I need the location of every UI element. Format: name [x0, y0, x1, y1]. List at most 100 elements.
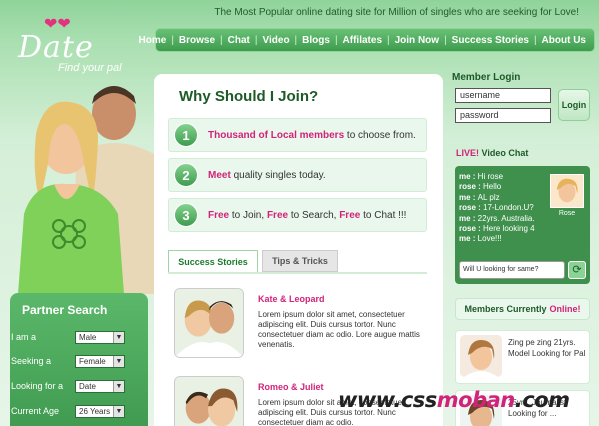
select-value: Female [79, 356, 106, 366]
video-chat-title: LIVE! Video Chat [456, 148, 528, 158]
logo-tagline: Find your pal [58, 62, 122, 74]
reason-rest: to Chat !!! [360, 209, 407, 221]
reason-highlight: Free [208, 209, 230, 221]
chat-text: Here looking 4 [483, 224, 535, 234]
live-badge: LIVE! [456, 148, 480, 158]
story-photo[interactable] [174, 376, 244, 426]
member-login-title: Member Login [452, 72, 521, 83]
chat-text: Hi rose [477, 172, 504, 181]
chat-sender: me [459, 234, 471, 244]
story-name[interactable]: Romeo & Juliet [258, 382, 324, 392]
main-nav: Home | Browse | Chat | Video | Blogs | Affila… [139, 28, 595, 52]
nav-separator: | [254, 34, 258, 46]
reason-rest: to Join, [229, 209, 267, 221]
story-description: Lorem ipsum dolor sit amet, consectetuer… [258, 310, 420, 349]
video-chat-label: Video Chat [481, 148, 529, 158]
step-number: 1 [174, 123, 198, 147]
reason-highlight: Thousand of Local members [208, 129, 345, 141]
nav-home[interactable]: Home [139, 35, 167, 46]
nav-chat[interactable]: Chat [228, 35, 250, 46]
reason-highlight: Free [339, 209, 361, 221]
looking-for-select[interactable]: Date ▼ [75, 379, 125, 393]
nav-separator: | [171, 34, 174, 46]
chat-sender: me [459, 172, 471, 181]
chat-message: rose : 17-London.U? [459, 203, 534, 213]
dropdown-arrow-icon: ▼ [113, 405, 124, 417]
member-photo [460, 335, 502, 377]
tab-success-stories[interactable]: Success Stories [168, 250, 258, 272]
seeking-select[interactable]: Female ▼ [75, 354, 125, 368]
nav-browse[interactable]: Browse [179, 35, 215, 46]
search-row-age: Current Age 26 Years ▼ [11, 404, 131, 418]
chat-text: 22yrs. Australia. [477, 213, 535, 223]
age-select[interactable]: 26 Years ▼ [75, 404, 125, 418]
search-label: Looking for a [11, 381, 64, 391]
reason-item: 3 Free to Join, Free to Search, Free to … [168, 198, 427, 232]
search-label: I am a [11, 332, 37, 342]
search-row-gender: I am a Male ▼ [11, 330, 131, 344]
search-row-looking-for: Looking for a Date ▼ [11, 379, 131, 393]
refresh-icon: ⟳ [572, 264, 582, 276]
nav-join-now[interactable]: Join Now [395, 35, 439, 46]
chat-message: me : 22yrs. Australia. [459, 213, 535, 223]
member-info: Zing pe zing 21yrs. Model Looking for Pa… [508, 338, 586, 358]
nav-about-us[interactable]: About Us [542, 35, 586, 46]
chat-text: AL plz [477, 192, 500, 202]
chat-send-button[interactable]: ⟳ [568, 261, 586, 279]
gender-select[interactable]: Male ▼ [75, 330, 125, 344]
chat-text: Hello [483, 182, 502, 192]
login-button[interactable]: Login [558, 89, 590, 121]
chat-message: me : Love!!! [459, 234, 502, 244]
chat-sender: rose [459, 224, 476, 234]
nav-affiliates[interactable]: Affilates [343, 35, 382, 46]
step-number: 3 [174, 203, 198, 227]
reason-text: Meet quality singles today. [208, 170, 326, 181]
chat-message: rose : Here looking 4 [459, 224, 535, 234]
story-photo[interactable] [174, 288, 244, 358]
page: ❤❤ Date Find your pal The Most Popular o… [0, 0, 599, 426]
watermark-part: moban [436, 388, 515, 412]
nav-separator: | [533, 34, 537, 46]
select-value: Date [79, 381, 96, 391]
chat-sender: rose [459, 203, 476, 213]
page-title: Why Should I Join? [179, 88, 319, 105]
story-name[interactable]: Kate & Leopard [258, 294, 325, 304]
chat-message-input[interactable]: Will U looking for same? [459, 261, 565, 279]
reason-rest: to Search, [288, 209, 340, 221]
chat-message: me : AL plz [459, 192, 500, 202]
chat-sender: rose [459, 182, 476, 192]
reason-highlight: Meet [208, 169, 231, 181]
story-tabs: Success Stories Tips & Tricks [168, 250, 427, 274]
chat-sender: me [459, 213, 471, 223]
couple-photo [18, 86, 156, 294]
reason-rest: quality singles today. [230, 169, 326, 181]
search-label: Current Age [11, 406, 60, 416]
watermark-part: .com [514, 388, 570, 412]
nav-separator: | [444, 34, 447, 46]
reason-highlight: Free [266, 209, 289, 221]
select-value: 26 Years [79, 406, 111, 416]
nav-video[interactable]: Video [263, 35, 290, 46]
reason-item: 2 Meet quality singles today. [168, 158, 427, 192]
tab-tips-tricks[interactable]: Tips & Tricks [262, 250, 338, 272]
members-online-title: Members Currently [464, 304, 547, 314]
password-input[interactable]: password [455, 108, 551, 123]
site-tagline: The Most Popular online dating site for … [214, 7, 579, 18]
watermark: www.cssmoban.com [338, 388, 570, 412]
select-value: Male [79, 332, 97, 342]
nav-separator: | [387, 34, 390, 46]
site-logo[interactable]: ❤❤ Date Find your pal [14, 14, 134, 74]
nav-blogs[interactable]: Blogs [302, 35, 330, 46]
nav-separator: | [220, 34, 223, 46]
video-chat-box: me : Hi rose rose : Hello me : AL plz ro… [455, 166, 590, 284]
username-input[interactable]: username [455, 88, 551, 103]
online-member-card[interactable]: Zing pe zing 21yrs. Model Looking for Pa… [455, 330, 590, 384]
reason-rest: to choose from. [344, 129, 416, 141]
chat-message: rose : Hello [459, 182, 502, 192]
nav-success-stories[interactable]: Success Stories [452, 35, 529, 46]
partner-search-title: Partner Search [22, 303, 108, 317]
chat-text: 17-London.U? [483, 203, 534, 213]
chat-partner-photo[interactable] [550, 174, 584, 208]
reason-text: Free to Join, Free to Search, Free to Ch… [208, 210, 406, 221]
online-badge: Online! [549, 304, 581, 314]
